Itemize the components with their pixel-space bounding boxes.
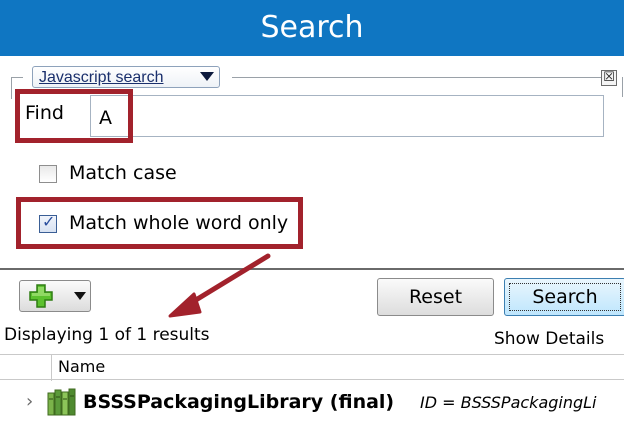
focus-rectangle [509, 283, 621, 311]
chevron-right-icon[interactable]: › [26, 393, 36, 411]
results-summary: Displaying 1 of 1 results [4, 325, 210, 345]
title-bar: Search [0, 0, 624, 56]
highlight-box-find [15, 89, 133, 143]
green-plus-icon [29, 284, 53, 308]
search-type-dropdown[interactable]: Javascript search [32, 66, 220, 88]
find-input[interactable]: A [90, 95, 604, 137]
library-books-icon [47, 388, 76, 416]
row-name: BSSSPackagingLibrary (final) [83, 391, 395, 413]
panel-divider [0, 268, 624, 270]
search-button[interactable]: Search [504, 278, 624, 316]
group-border [232, 77, 602, 78]
group-border [11, 77, 12, 99]
show-details-link[interactable]: Show Details [494, 327, 604, 351]
column-header-name[interactable]: Name [58, 356, 105, 378]
reset-button[interactable]: Reset [377, 278, 494, 316]
group-border [622, 77, 623, 97]
match-case-label: Match case [69, 162, 177, 184]
column-separator [51, 355, 52, 381]
table-row[interactable]: › BSSSPackagingLibrary (final) ID = BSSS… [0, 384, 624, 424]
search-panel: Search Javascript search ☒ A Find Match … [0, 0, 624, 424]
match-case-checkbox[interactable] [39, 165, 57, 183]
add-dropdown-button[interactable] [19, 280, 91, 312]
window-title: Search [260, 10, 364, 45]
chevron-down-icon [74, 292, 86, 300]
close-icon[interactable]: ☒ [601, 70, 617, 86]
column-header-row: Name [0, 354, 624, 381]
search-type-label: Javascript search [39, 69, 164, 86]
highlight-box-whole-word [16, 197, 303, 249]
chevron-down-icon [200, 72, 214, 81]
row-detail: ID = BSSSPackagingLi [420, 393, 597, 412]
group-border [11, 77, 23, 78]
